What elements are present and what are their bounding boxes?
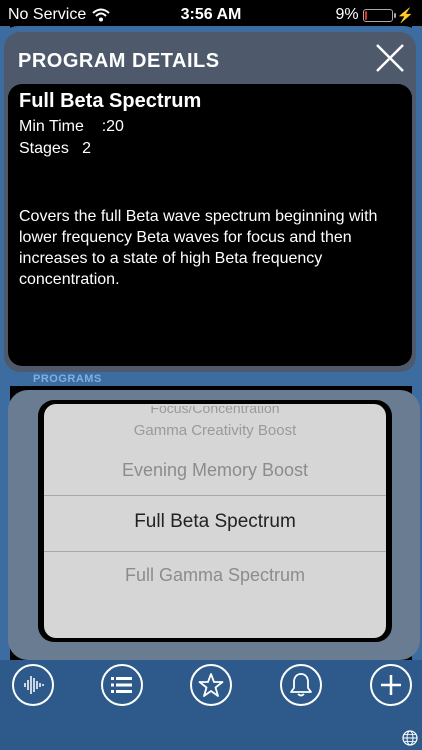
tab-favorites[interactable] <box>190 664 232 706</box>
picker-selection-top <box>44 495 386 496</box>
bell-icon <box>290 673 312 697</box>
picker-item[interactable]: Evening Memory Boost <box>44 460 386 481</box>
stages-label: Stages <box>19 140 69 157</box>
program-details-title: PROGRAM DETAILS <box>18 50 220 72</box>
stages-value: 2 <box>82 140 92 157</box>
battery-percent: 9% <box>335 6 359 23</box>
picker-item-selected[interactable]: Full Beta Spectrum <box>44 511 386 533</box>
min-time-value: :20 <box>101 118 124 135</box>
picker-selection-bottom <box>44 551 386 552</box>
tab-list[interactable] <box>101 664 143 706</box>
charging-bolt-icon: ⚡ <box>396 6 414 23</box>
programs-divider <box>140 375 422 385</box>
picker-item[interactable]: Focus/Concentration <box>44 406 386 416</box>
battery-level <box>364 10 367 20</box>
picker-item[interactable]: Full Gamma Spectrum <box>44 565 386 586</box>
tab-alarms[interactable] <box>280 664 322 706</box>
list-icon <box>111 677 132 693</box>
min-time-row: Min Time :20 <box>19 118 124 136</box>
programs-label: PROGRAMS <box>33 373 102 385</box>
status-right: 9% ⚡ <box>335 6 414 24</box>
picker-item[interactable]: Gamma Creativity Boost <box>44 422 386 439</box>
programs-divider-left <box>10 375 30 385</box>
plus-icon <box>381 675 401 695</box>
program-picker[interactable]: Focus/Concentration Gamma Creativity Boo… <box>44 404 386 638</box>
stages-row: Stages 2 <box>19 140 91 158</box>
min-time-label: Min Time <box>19 118 84 135</box>
globe-icon[interactable] <box>402 730 418 746</box>
details-content: Full Beta Spectrum Min Time :20 Stages 2… <box>8 84 412 366</box>
star-icon <box>198 673 224 697</box>
picker-frame: Focus/Concentration Gamma Creativity Boo… <box>38 400 392 642</box>
program-details-panel: PROGRAM DETAILS Full Beta Spectrum Min T… <box>4 32 416 372</box>
battery-icon <box>362 8 396 22</box>
waveform-icon <box>24 676 44 694</box>
tab-waveform[interactable] <box>12 664 54 706</box>
tab-add[interactable] <box>370 664 412 706</box>
programs-panel: Focus/Concentration Gamma Creativity Boo… <box>8 390 420 660</box>
program-description: Covers the full Beta wave spectrum begin… <box>19 208 378 288</box>
program-name: Full Beta Spectrum <box>19 90 202 112</box>
close-icon[interactable] <box>374 42 406 74</box>
